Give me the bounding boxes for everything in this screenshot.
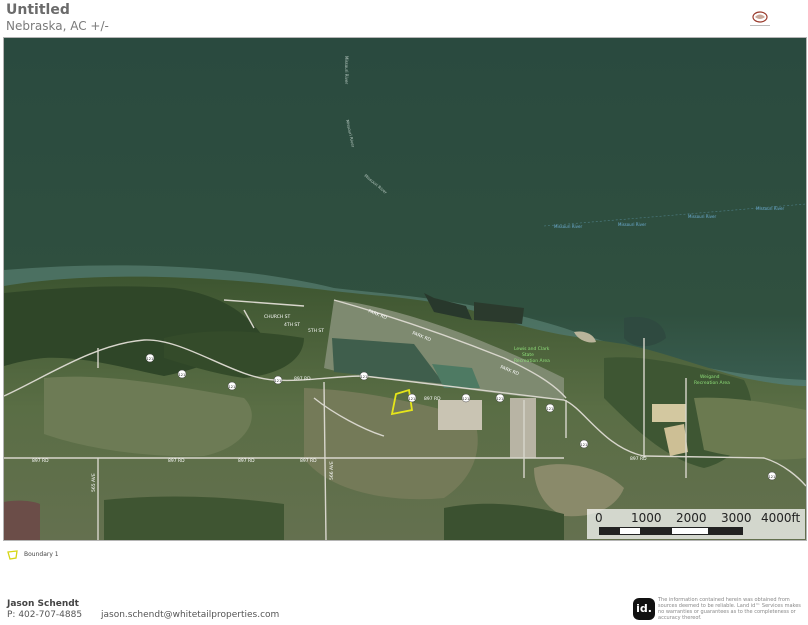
forest-patch bbox=[104, 496, 284, 540]
route-shield-label: 121 bbox=[229, 385, 236, 389]
route-shield-label: 121 bbox=[547, 407, 554, 411]
aerial-map[interactable]: 121 121 121 121 121 121 121 121 121 121 … bbox=[3, 37, 807, 541]
route-shield-label: 121 bbox=[179, 373, 186, 377]
water-label: Missouri River bbox=[554, 224, 582, 229]
route-shield-label: 121 bbox=[409, 397, 416, 401]
scale-tick-label: 2000 bbox=[676, 511, 707, 525]
building-lot bbox=[510, 398, 536, 458]
field-patch bbox=[694, 397, 806, 460]
road-label: 897 RD bbox=[424, 396, 441, 402]
page-title: Untitled bbox=[6, 2, 70, 18]
road-label: 897 RD bbox=[294, 376, 311, 382]
road-label: 565 AVE bbox=[91, 473, 97, 492]
route-shield-label: 121 bbox=[581, 443, 588, 447]
road-label: 4TH ST bbox=[284, 322, 300, 328]
agent-email[interactable]: jason.schendt@whitetailproperties.com bbox=[101, 610, 279, 620]
legend-label: Boundary 1 bbox=[24, 551, 59, 558]
agent-phone: P: 402-707-4885 bbox=[7, 610, 83, 620]
scale-tick-label: 0 bbox=[595, 511, 603, 525]
poi-label: Recreation Area bbox=[514, 358, 550, 364]
scale-tick-label: 1000 bbox=[631, 511, 662, 525]
page-subtitle: Nebraska, AC +/- bbox=[6, 19, 109, 33]
disclaimer-text: The information contained herein was obt… bbox=[658, 597, 801, 621]
building-lot bbox=[652, 404, 686, 422]
farm-field bbox=[4, 500, 40, 540]
route-shield-label: 121 bbox=[147, 357, 154, 361]
road-label: 5TH ST bbox=[308, 328, 324, 334]
road-label: 897 RD bbox=[300, 458, 317, 464]
route-shield-label: 121 bbox=[463, 397, 470, 401]
route-shield-label: 121 bbox=[769, 475, 776, 479]
road-label: CHURCH ST bbox=[264, 314, 291, 320]
building-lot bbox=[438, 400, 482, 430]
poi-label: Weigand bbox=[700, 374, 720, 380]
poi-label: Recreation Area bbox=[694, 380, 730, 386]
scale-tick-label: 3000 bbox=[721, 511, 752, 525]
scale-bar-graphic bbox=[599, 527, 743, 535]
water-label: Missouri River bbox=[688, 214, 716, 219]
scale-bar: 0 1000 2000 3000 4000ft bbox=[587, 509, 805, 539]
water-label: Missouri River bbox=[756, 206, 784, 211]
route-shield-label: 121 bbox=[497, 397, 504, 401]
road-label: 897 RD bbox=[168, 458, 185, 464]
map-canvas[interactable]: 121 121 121 121 121 121 121 121 121 121 … bbox=[4, 38, 806, 540]
agent-name: Jason Schendt bbox=[7, 599, 79, 609]
road-label: 897 RD bbox=[630, 456, 647, 462]
boundary-polygon-icon bbox=[7, 550, 18, 560]
route-shield-label: 121 bbox=[275, 379, 282, 383]
water-label: Missouri River bbox=[344, 56, 349, 84]
route-shield-label: 121 bbox=[361, 375, 368, 379]
poi-label: State bbox=[522, 352, 534, 358]
road-label: 897 RD bbox=[32, 458, 49, 464]
poi-label: Lewis and Clark bbox=[514, 346, 550, 352]
brand-logo-icon bbox=[750, 11, 770, 26]
road-label: 566 AVE bbox=[329, 461, 335, 480]
land-id-logo: id. bbox=[633, 598, 655, 620]
road-label: 897 RD bbox=[238, 458, 255, 464]
scale-tick-label: 4000ft bbox=[761, 511, 801, 525]
water-label: Missouri River bbox=[618, 222, 646, 227]
